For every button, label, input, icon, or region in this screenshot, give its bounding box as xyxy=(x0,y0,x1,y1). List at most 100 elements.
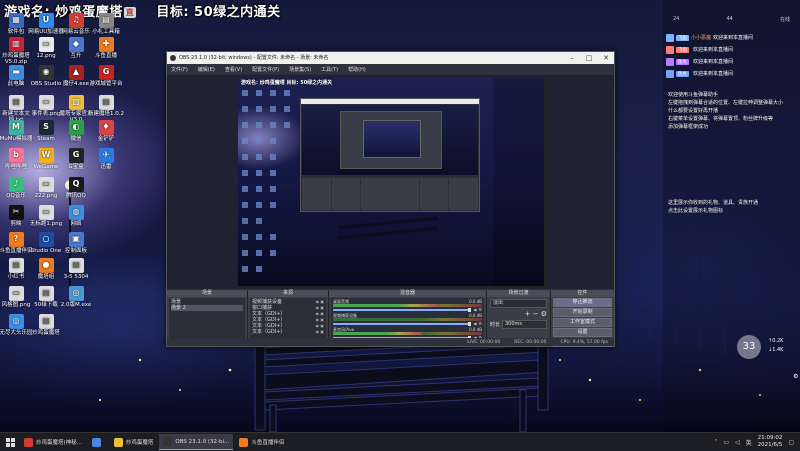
minimize-icon[interactable]: – xyxy=(564,52,580,64)
volume-icon[interactable]: ◁ xyxy=(735,439,740,446)
danmaku-message: 添加弹幕框架成功 xyxy=(668,124,709,130)
volume-slider[interactable] xyxy=(333,322,472,326)
gear-icon[interactable]: ⚙ xyxy=(793,373,798,380)
enter-notice-row: 飞鱼 小小恶魔 欢迎来到本直播间 xyxy=(666,33,753,42)
desktop-icon[interactable]: ▣ 控制面板 xyxy=(58,232,94,254)
gear-icon[interactable]: ⚙ xyxy=(478,321,482,326)
desktop-icon-label: 新建魔塔1.0.2 xyxy=(88,111,124,117)
app-icon: ▭ xyxy=(8,286,24,301)
taskbar-item[interactable]: OBS 23.1.0 (32-bi... xyxy=(159,434,234,450)
app-icon xyxy=(113,437,123,447)
taskbar-item[interactable]: 炒鸡蛋魔塔 xyxy=(110,434,158,450)
sources-list: 视频捕获设备 ◉ ▣ 窗口捕获 ◉ ▣ 文本（GDI+） ◉ ▣ 文本（GDI+） ◉ … xyxy=(250,298,326,338)
desktop-icon[interactable]: Q 腾讯QQ xyxy=(58,177,94,199)
taskbar-item-label: 炒鸡蛋魔塔(神秘... xyxy=(36,440,82,446)
add-icon[interactable]: + xyxy=(525,310,531,318)
app-icon: ▭ xyxy=(38,177,54,192)
desktop-icon[interactable]: ▤ 新建魔塔1.0.2 xyxy=(88,95,124,117)
clock-time: 21:09:02 xyxy=(757,435,783,441)
app-icon: ▣ xyxy=(68,232,84,247)
clock[interactable]: 21:09:02 2021/6/5 xyxy=(758,435,783,449)
app-icon: ▤ xyxy=(8,258,24,273)
duration-input[interactable]: 300ms xyxy=(502,320,547,329)
network-icon[interactable]: ▭ xyxy=(723,439,729,446)
windows-icon xyxy=(5,437,15,447)
menu-file[interactable]: 文件(F) xyxy=(171,66,188,73)
danmaku-message: 欢迎使用斗鱼弹幕助手 xyxy=(668,92,719,98)
obs-preview[interactable]: 游戏名: 炒鸡蛋魔塔 目标: 50绿之内通关 xyxy=(167,75,614,289)
maximize-icon[interactable]: □ xyxy=(581,52,597,64)
close-icon[interactable]: ✕ xyxy=(598,52,614,64)
desktop-icon[interactable]: ◎ 2.0版M.exe xyxy=(58,286,94,308)
taskbar-item-label: 炒鸡蛋魔塔 xyxy=(125,440,154,446)
taskbar-item-label: OBS 23.1.0 (32-bi... xyxy=(175,438,230,445)
studio-mode-button[interactable]: 工作室模式 xyxy=(553,318,612,327)
taskbar-item[interactable]: 炒鸡蛋魔塔(神秘... xyxy=(20,434,86,450)
menu-edit[interactable]: 编辑(E) xyxy=(198,66,215,73)
desktop-icon[interactable]: ▤ 小礼工具箱 xyxy=(88,13,124,35)
speaker-icon[interactable]: ◀ xyxy=(473,307,476,312)
settings-button[interactable]: 设置 xyxy=(553,328,612,337)
menu-help[interactable]: 帮助(H) xyxy=(348,66,366,73)
obs-window-title: OBS 23.1.0 (32-bit, windows) - 配置文件: 未命名… xyxy=(179,55,329,61)
input-method[interactable]: 英 xyxy=(746,438,752,447)
app-icon xyxy=(24,437,33,447)
desktop-icon-label: 网络 xyxy=(70,221,82,227)
preview-nested-desktop: 游戏名: 炒鸡蛋魔塔 目标: 50绿之内通关 xyxy=(237,77,545,287)
app-icon: U xyxy=(38,13,54,28)
app-icon: ✚ xyxy=(98,37,114,52)
start-recording-button[interactable]: 开始录制 xyxy=(553,308,612,317)
obs-window[interactable]: OBS 23.1.0 (32-bit, windows) - 配置文件: 未命名… xyxy=(166,51,615,347)
desktop-icon[interactable]: ✚ 斗鱼直播 xyxy=(88,37,124,59)
gear-icon[interactable]: ⚙ xyxy=(541,310,547,318)
desktop-icon-label: 迅雷 xyxy=(100,164,112,170)
volume-meter xyxy=(333,304,482,307)
gear-icon[interactable]: ⚙ xyxy=(478,307,482,312)
enter-text: 欢迎来到本直播间 xyxy=(693,47,734,53)
transitions-header: 场景过渡 xyxy=(487,290,550,297)
scene-item[interactable]: 场景 2 xyxy=(171,305,243,311)
obs-titlebar[interactable]: OBS 23.1.0 (32-bit, windows) - 配置文件: 未命名… xyxy=(167,52,614,64)
menu-view[interactable]: 查看(V) xyxy=(225,66,242,73)
desktop-icon[interactable]: ♦ 金铲铲 xyxy=(88,120,124,142)
app-icon: ▤ xyxy=(98,13,114,28)
mixer-channels: 桌面音频0.0 dB◀⚙视频捕获设备0.0 dB◀⚙麦克风/Aux0.0 dB◀… xyxy=(331,298,484,340)
desktop-icon[interactable]: G 游戏城管平台 xyxy=(88,65,124,87)
app-icon: ✂ xyxy=(8,205,24,220)
desktop-icon[interactable]: ✈ 迅雷 xyxy=(88,148,124,170)
desktop-icon-label: 金铲铲 xyxy=(97,136,115,142)
notification-icon[interactable]: ▢ xyxy=(788,439,794,446)
danmaku-message: 什么都要设置好再开播 xyxy=(668,108,719,114)
menu-tools[interactable]: 工具(T) xyxy=(321,66,338,73)
taskbar-item[interactable] xyxy=(88,434,108,450)
cpu-fps: CPU: 9.4%, 57.00 fps xyxy=(560,339,609,345)
app-icon xyxy=(163,437,173,446)
desktop-icon[interactable]: ◍ 网络 xyxy=(58,205,94,227)
taskbar-item[interactable]: 斗鱼直播伴侣 xyxy=(235,434,288,450)
source-item[interactable]: 文本（GDI+） ◉ ▣ xyxy=(252,329,324,335)
app-icon: ▤ xyxy=(8,95,24,110)
speaker-icon[interactable]: ◀ xyxy=(473,321,476,326)
avatar xyxy=(666,45,674,54)
tray-arrow-icon[interactable]: ˄ xyxy=(714,439,717,446)
stop-streaming-button[interactable]: 停止推流 xyxy=(553,298,612,307)
desktop-icon[interactable]: ▤ 3-5 5304 xyxy=(58,258,94,280)
app-icon: ◆ xyxy=(68,37,84,52)
system-tray: ˄ ▭ ◁ 英 21:09:02 2021/6/5 ▢ xyxy=(714,435,800,449)
danmaku-message: 点击此设置展示礼物图标 xyxy=(668,208,724,214)
live-badge: 直 xyxy=(123,7,137,18)
enter-notice-row: 鱼丸 欢迎来到本直播间 xyxy=(666,57,733,66)
remove-icon[interactable]: − xyxy=(533,310,539,318)
app-icon: ? xyxy=(8,232,24,247)
transition-select[interactable]: 淡出 xyxy=(490,299,547,308)
start-button[interactable] xyxy=(0,433,20,451)
menu-profile[interactable]: 配置文件(P) xyxy=(252,66,279,73)
transition-buttons: + − ⚙ xyxy=(525,310,548,318)
danmaku-panel[interactable]: 24 44 在线 飞鱼 小小恶魔 欢迎来到本直播间 飞鱼 欢迎来到本直播间 鱼丸 欢迎来到本… xyxy=(663,0,800,432)
desktop-icon[interactable]: ▤ 炒鸡蛋魔塔 xyxy=(28,314,64,336)
app-icon: G xyxy=(98,65,114,80)
avatar xyxy=(666,57,674,66)
volume-slider[interactable] xyxy=(333,308,472,312)
menu-scene-collection[interactable]: 场景集(S) xyxy=(289,66,311,73)
avatar xyxy=(666,33,674,42)
